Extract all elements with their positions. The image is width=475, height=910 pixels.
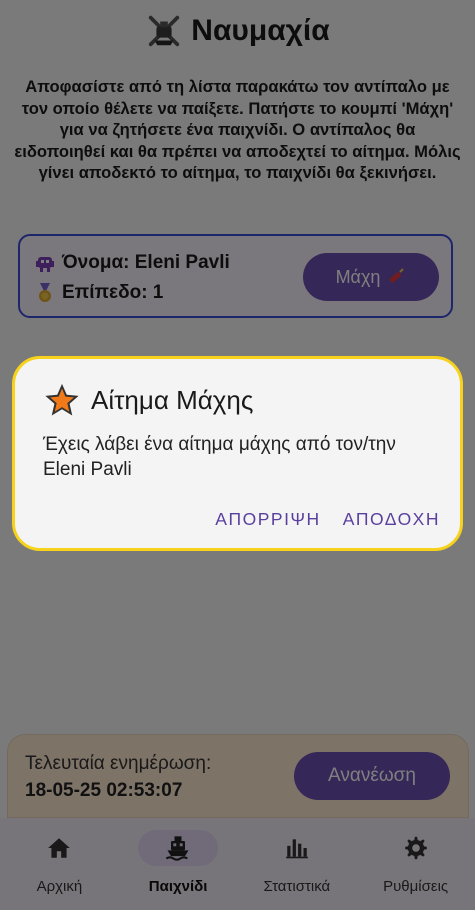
dialog-actions: ΑΠΟΡΡΙΨΗ ΑΠΟΔΟΧΗ	[215, 509, 440, 530]
dialog-title: Αίτημα Μάχης	[91, 384, 254, 415]
reject-button[interactable]: ΑΠΟΡΡΙΨΗ	[215, 509, 320, 530]
accept-button[interactable]: ΑΠΟΔΟΧΗ	[343, 509, 440, 530]
dialog-message: Έχεις λάβει ένα αίτημα μάχης από τον/την…	[43, 434, 396, 480]
star-icon	[45, 383, 79, 416]
battle-request-dialog: Αίτημα Μάχης Έχεις λάβει ένα αίτημα μάχη…	[12, 356, 463, 551]
dialog-header: Αίτημα Μάχης	[43, 381, 253, 419]
